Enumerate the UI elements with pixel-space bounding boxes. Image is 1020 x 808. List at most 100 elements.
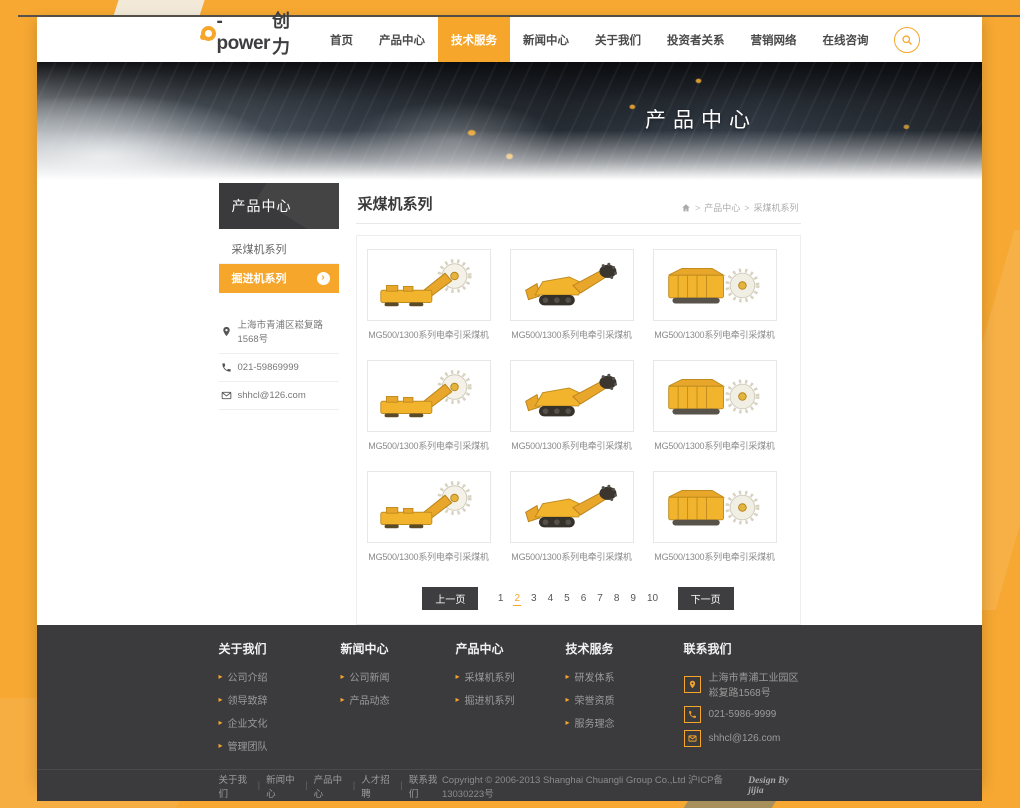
footer-link-产品动态[interactable]: ▸ 产品动态 bbox=[341, 692, 456, 707]
footer-link-label: 采煤机系列 bbox=[465, 669, 515, 684]
footer-link-label: 研发体系 bbox=[575, 669, 615, 684]
nav-item-首页[interactable]: 首页 bbox=[317, 17, 366, 62]
product-image bbox=[367, 360, 491, 432]
footer-link-服务理念[interactable]: ▸服务理念 bbox=[566, 715, 684, 730]
footer-link-公司介绍[interactable]: ▸公司介绍 bbox=[219, 669, 341, 684]
brand-name-latin: -power bbox=[217, 11, 270, 55]
sidebar-item-采煤机系列[interactable]: 采煤机系列 bbox=[219, 235, 339, 264]
nav-item-投资者关系[interactable]: 投资者关系 bbox=[654, 17, 738, 62]
product-caption: MG500/1300系列电牵引采煤机 bbox=[653, 550, 777, 563]
home-icon[interactable] bbox=[681, 203, 691, 213]
sidebar-email: shhcl@126.com bbox=[219, 382, 339, 410]
footer-address: 上海市青浦工业园区崧复路1568号 bbox=[684, 669, 801, 699]
bullet-icon: ▸ bbox=[219, 742, 223, 750]
footer-bottom-link-新闻中心[interactable]: 新闻中心 bbox=[266, 772, 299, 800]
prev-page-button[interactable]: 上一页 bbox=[422, 587, 478, 610]
email-icon bbox=[221, 390, 232, 401]
footer-column-产品中心: 产品中心▸采煤机系列▸掘进机系列 bbox=[456, 640, 566, 761]
footer-bottom-link-联系我们[interactable]: 联系我们 bbox=[409, 772, 442, 800]
footer-link-label: 服务理念 bbox=[575, 715, 615, 730]
product-card[interactable]: MG500/1300系列电牵引采煤机 bbox=[510, 360, 634, 452]
nav-item-技术服务[interactable]: 技术服务 bbox=[438, 17, 510, 62]
sidebar-title: 产品中心 bbox=[219, 183, 339, 229]
sidebar-address: 上海市青浦区崧复路1568号 bbox=[219, 309, 339, 354]
footer-link-研发体系[interactable]: ▸ 研发体系 bbox=[566, 669, 684, 684]
page-number-6[interactable]: 6 bbox=[580, 592, 588, 605]
search-icon bbox=[901, 34, 913, 46]
page-title: 采煤机系列 bbox=[358, 193, 433, 214]
page-numbers: 123456789 10 bbox=[492, 592, 663, 606]
breadcrumb-products[interactable]: 产品中心 bbox=[704, 201, 740, 214]
brand-name-cn: 创力 bbox=[272, 7, 291, 59]
footer-bottom-link-产品中心[interactable]: 产品中心 bbox=[314, 772, 347, 800]
sidebar-item-掘进机系列[interactable]: 掘进机系列› bbox=[219, 264, 339, 293]
breadcrumb-separator: > bbox=[744, 203, 749, 213]
footer-link-管理团队[interactable]: ▸管理团队 bbox=[219, 738, 341, 753]
product-card[interactable]: MG500/1300系列电牵引采煤机 bbox=[653, 249, 777, 341]
footer-bottom-bar: 关于我们|新闻中心|产品中心|人才招聘|联系我们 Copyright © 200… bbox=[37, 769, 982, 801]
sidebar-phone-text: 021-59869999 bbox=[238, 362, 299, 373]
product-card[interactable]: MG500/1300系列电牵引采煤机 bbox=[653, 471, 777, 563]
page-number-9[interactable]: 9 bbox=[629, 592, 637, 605]
sidebar-menu: 采煤机系列掘进机系列› bbox=[219, 235, 339, 293]
product-card[interactable]: MG500/1300系列电牵引采煤机 bbox=[367, 471, 491, 563]
breadcrumb: > 产品中心 > 采煤机系列 bbox=[681, 201, 799, 214]
footer-link-label: 领导致辞 bbox=[228, 692, 268, 707]
page-number-10[interactable]: 10 bbox=[646, 592, 659, 605]
product-image bbox=[510, 249, 634, 321]
footer-column-title: 产品中心 bbox=[456, 640, 566, 657]
nav-item-产品中心[interactable]: 产品中心 bbox=[366, 17, 438, 62]
footer-link-荣誉资质[interactable]: ▸荣誉资质 bbox=[566, 692, 684, 707]
bullet-icon: ▸ bbox=[341, 696, 345, 704]
footer-bottom-link-关于我们[interactable]: 关于我们 bbox=[219, 772, 252, 800]
product-image bbox=[653, 249, 777, 321]
page-number-2[interactable]: 2 bbox=[513, 592, 521, 606]
nav-item-营销网络[interactable]: 营销网络 bbox=[737, 17, 809, 62]
bullet-icon: ▸ bbox=[456, 696, 460, 704]
product-card[interactable]: MG500/1300系列电牵引采煤机 bbox=[510, 249, 634, 341]
footer-link-label: 公司介绍 bbox=[228, 669, 268, 684]
link-separator: | bbox=[400, 780, 402, 791]
product-caption: MG500/1300系列电牵引采煤机 bbox=[653, 439, 777, 452]
bullet-icon: ▸ bbox=[566, 673, 570, 681]
footer-column-title: 新闻中心 bbox=[341, 640, 456, 657]
hero-banner: 产品中心 bbox=[37, 62, 982, 180]
footer-link-掘进机系列[interactable]: ▸掘进机系列 bbox=[456, 692, 566, 707]
nav-item-在线咨询[interactable]: 在线咨询 bbox=[809, 17, 881, 62]
page-number-3[interactable]: 3 bbox=[530, 592, 538, 605]
nav-item-新闻中心[interactable]: 新闻中心 bbox=[510, 17, 582, 62]
hero-title: 产品中心 bbox=[645, 104, 757, 134]
footer-contact: 联系我们 上海市青浦工业园区崧复路1568号 021-5986-9999 shh… bbox=[684, 640, 801, 761]
sidebar-address-text: 上海市青浦区崧复路1568号 bbox=[238, 317, 339, 345]
footer-link-label: 产品动态 bbox=[350, 692, 390, 707]
search-button[interactable] bbox=[894, 27, 920, 53]
footer-link-公司新闻[interactable]: ▸公司新闻 bbox=[341, 669, 456, 684]
footer-phone: 021-5986-9999 bbox=[684, 706, 801, 723]
footer-column-title: 技术服务 bbox=[566, 640, 684, 657]
page-number-1[interactable]: 1 bbox=[497, 592, 505, 605]
product-grid-box: MG500/1300系列电牵引采煤机 MG500/1300系列电牵引采煤机 MG… bbox=[356, 235, 801, 625]
main-panel: 采煤机系列 > 产品中心 > 采煤机系列 bbox=[356, 183, 801, 625]
footer-bottom-link-人才招聘[interactable]: 人才招聘 bbox=[361, 772, 394, 800]
link-separator: | bbox=[353, 780, 355, 791]
nav-item-关于我们[interactable]: 关于我们 bbox=[582, 17, 654, 62]
footer-link-领导致辞[interactable]: ▸领导致辞 bbox=[219, 692, 341, 707]
product-card[interactable]: MG500/1300系列电牵引采煤机 bbox=[367, 249, 491, 341]
product-card[interactable]: MG500/1300系列电牵引采煤机 bbox=[367, 360, 491, 452]
breadcrumb-current: 采煤机系列 bbox=[753, 201, 798, 214]
location-icon bbox=[688, 680, 697, 689]
design-credit: Design By jijia bbox=[748, 776, 800, 796]
product-card[interactable]: MG500/1300系列电牵引采煤机 bbox=[510, 471, 634, 563]
page-number-5[interactable]: 5 bbox=[563, 592, 571, 605]
next-page-button[interactable]: 下一页 bbox=[678, 587, 734, 610]
page-number-4[interactable]: 4 bbox=[547, 592, 555, 605]
nav-menu: 首页产品中心技术服务新闻中心关于我们投资者关系营销网络在线咨询 bbox=[317, 17, 882, 62]
page-number-7[interactable]: 7 bbox=[596, 592, 604, 605]
product-card[interactable]: MG500/1300系列电牵引采煤机 bbox=[653, 360, 777, 452]
footer-link-采煤机系列[interactable]: ▸采煤机系列 bbox=[456, 669, 566, 684]
product-grid: MG500/1300系列电牵引采煤机 MG500/1300系列电牵引采煤机 MG… bbox=[367, 249, 790, 582]
footer-columns: 关于我们▸公司介绍▸领导致辞▸企业文化▸管理团队新闻中心▸公司新闻▸产品动态产品… bbox=[219, 640, 801, 761]
page-number-8[interactable]: 8 bbox=[613, 592, 621, 605]
footer-link-企业文化[interactable]: ▸企业文化 bbox=[219, 715, 341, 730]
chevron-right-icon: › bbox=[317, 272, 330, 285]
